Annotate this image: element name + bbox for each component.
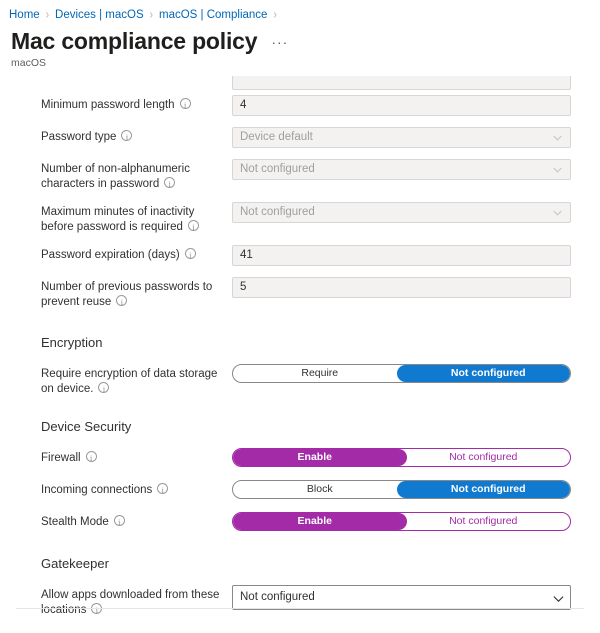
select-value: Not configured xyxy=(240,206,315,219)
breadcrumb-separator-icon: › xyxy=(45,8,50,22)
field-label: Firewall xyxy=(41,448,232,466)
breadcrumb-item-devices-macos[interactable]: Devices | macOS xyxy=(55,9,144,21)
select-value: Not configured xyxy=(240,591,315,604)
field-label: Password type xyxy=(41,127,232,145)
field-label: Number of non-alphanumeric characters in… xyxy=(41,159,232,192)
chevron-down-icon xyxy=(553,166,562,175)
row-minimum-password-length: Minimum password length 4 xyxy=(41,95,571,117)
toggle-option-right[interactable]: Not configured xyxy=(396,481,570,499)
row-password-type: Password type Device default xyxy=(41,127,571,149)
info-icon[interactable] xyxy=(98,382,110,397)
field-label: Maximum minutes of inactivity before pas… xyxy=(41,202,232,235)
footer-divider xyxy=(16,608,584,609)
row-password-expiration: Password expiration (days) 41 xyxy=(41,245,571,267)
section-heading-device-security: Device Security xyxy=(41,419,132,435)
select-value: Not configured xyxy=(240,163,315,176)
info-icon[interactable] xyxy=(179,98,191,113)
scrolled-field-remnant xyxy=(232,76,571,91)
select-value: Device default xyxy=(240,131,313,144)
row-allow-apps-downloaded: Allow apps downloaded from these locatio… xyxy=(41,585,571,618)
section-heading-encryption: Encryption xyxy=(41,335,103,351)
breadcrumb-separator-icon: › xyxy=(149,8,153,22)
chevron-down-icon xyxy=(553,134,562,143)
minimum-password-length-input[interactable]: 4 xyxy=(232,95,571,117)
info-icon[interactable] xyxy=(187,220,199,235)
firewall-toggle[interactable]: Enable Not configured xyxy=(232,448,571,468)
info-icon[interactable] xyxy=(164,177,176,192)
toggle-option-right[interactable]: Not configured xyxy=(397,449,571,466)
breadcrumb: Home › Devices | macOS › macOS | Complia… xyxy=(0,0,600,24)
allow-apps-downloaded-select[interactable]: Not configured xyxy=(232,585,571,611)
maximum-minutes-inactivity-select[interactable]: Not configured xyxy=(232,202,571,224)
field-label: Minimum password length xyxy=(41,95,232,113)
stealth-mode-toggle[interactable]: Enable Not configured xyxy=(232,512,571,532)
incoming-connections-toggle[interactable]: Block Not configured xyxy=(232,480,571,500)
field-label: Password expiration (days) xyxy=(41,245,232,263)
breadcrumb-separator-icon: › xyxy=(273,8,277,22)
page-subtitle: macOS xyxy=(11,57,47,70)
row-previous-passwords-prevent-reuse: Number of previous passwords to prevent … xyxy=(41,277,571,310)
info-icon[interactable] xyxy=(116,295,128,310)
breadcrumb-item-macos-compliance[interactable]: macOS | Compliance xyxy=(159,9,267,21)
chevron-down-icon xyxy=(553,209,562,218)
more-actions-button[interactable]: ··· xyxy=(271,34,288,50)
policy-form: Minimum password length 4 Password type … xyxy=(0,76,600,618)
info-icon[interactable] xyxy=(85,451,97,466)
previous-passwords-input[interactable]: 5 xyxy=(232,277,571,299)
info-icon[interactable] xyxy=(157,483,169,498)
page-header: Mac compliance policy ··· xyxy=(0,24,600,54)
section-heading-gatekeeper: Gatekeeper xyxy=(41,556,109,572)
password-expiration-input[interactable]: 41 xyxy=(232,245,571,267)
require-encryption-toggle[interactable]: Require Not configured xyxy=(232,364,571,384)
row-require-encryption: Require encryption of data storage on de… xyxy=(41,364,571,397)
row-incoming-connections: Incoming connections Block Not configure… xyxy=(41,480,571,502)
toggle-option-left[interactable]: Require xyxy=(233,365,407,382)
row-stealth-mode: Stealth Mode Enable Not configured xyxy=(41,512,571,534)
non-alphanumeric-characters-select[interactable]: Not configured xyxy=(232,159,571,181)
row-maximum-minutes-inactivity: Maximum minutes of inactivity before pas… xyxy=(41,202,571,235)
toggle-option-left[interactable]: Block xyxy=(233,481,407,498)
password-type-select[interactable]: Device default xyxy=(232,127,571,149)
toggle-option-right[interactable]: Not configured xyxy=(397,513,571,530)
breadcrumb-item-home[interactable]: Home xyxy=(9,9,40,21)
field-label: Require encryption of data storage on de… xyxy=(41,364,232,397)
field-label: Allow apps downloaded from these locatio… xyxy=(41,585,232,618)
toggle-option-left[interactable]: Enable xyxy=(233,449,407,467)
policy-page: Home › Devices | macOS › macOS | Complia… xyxy=(0,0,600,633)
toggle-option-left[interactable]: Enable xyxy=(233,513,407,531)
info-icon[interactable] xyxy=(113,515,125,530)
info-icon[interactable] xyxy=(121,130,133,145)
chevron-down-icon xyxy=(553,594,564,603)
toggle-option-right[interactable]: Not configured xyxy=(396,365,570,383)
field-label: Stealth Mode xyxy=(41,512,232,530)
info-icon[interactable] xyxy=(184,248,196,263)
field-label: Incoming connections xyxy=(41,480,232,498)
password-settings-group: Minimum password length 4 Password type … xyxy=(41,95,571,310)
row-non-alphanumeric-characters: Number of non-alphanumeric characters in… xyxy=(41,159,571,192)
page-title: Mac compliance policy xyxy=(11,28,258,54)
row-firewall: Firewall Enable Not configured xyxy=(41,448,571,470)
field-label: Number of previous passwords to prevent … xyxy=(41,277,232,310)
